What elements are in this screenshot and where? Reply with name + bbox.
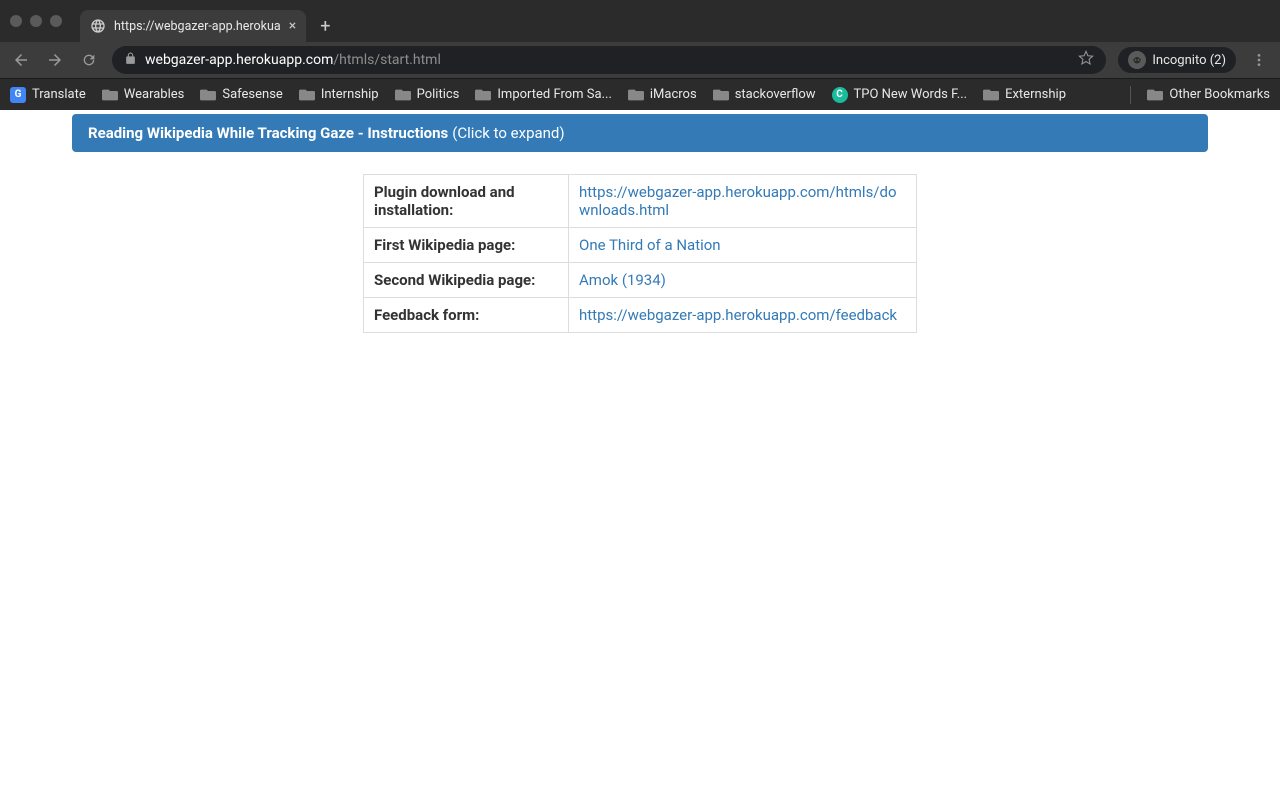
table-label: Feedback form: [364,298,569,333]
banner-title: Reading Wikipedia While Tracking Gaze - … [88,124,448,142]
bookmark-label: Politics [417,87,460,102]
instructions-banner[interactable]: Reading Wikipedia While Tracking Gaze - … [72,114,1208,152]
folder-icon [1147,88,1163,102]
bookmark-item[interactable]: iMacros [628,87,697,102]
tpo-icon: C [832,87,848,103]
table-row: Feedback form: https://webgazer-app.herok… [364,298,917,333]
bookmark-item[interactable]: Wearables [102,87,185,102]
table-value: https://webgazer-app.herokuapp.com/htmls… [569,175,917,228]
browser-tab[interactable]: https://webgazer-app.herokua × [80,10,306,42]
folder-icon [102,88,118,102]
toolbar: webgazer-app.herokuapp.com/htmls/start.h… [0,42,1280,78]
incognito-label: Incognito (2) [1152,53,1226,68]
bookmark-item[interactable]: Imported From Sa... [475,87,612,102]
folder-icon [628,88,644,102]
bookmark-label: Safesense [222,87,282,102]
tabs: https://webgazer-app.herokua × + [80,0,330,42]
bookmark-item[interactable]: Politics [395,87,460,102]
bookmark-label: iMacros [650,87,697,102]
bookmark-label: Wearables [124,87,185,102]
table-row: Second Wikipedia page: Amok (1934) [364,263,917,298]
table-label: Plugin download and installation: [364,175,569,228]
window-minimize-dot[interactable] [30,15,42,27]
bookmark-label: Externship [1005,87,1066,102]
browser-chrome: https://webgazer-app.herokua × + webgaze… [0,0,1280,110]
folder-icon [395,88,411,102]
table-value: Amok (1934) [569,263,917,298]
page-content: Reading Wikipedia While Tracking Gaze - … [0,110,1280,333]
back-button[interactable] [10,49,32,71]
table-row: Plugin download and installation: https:/… [364,175,917,228]
new-tab-button[interactable]: + [320,16,330,37]
reload-button[interactable] [78,49,100,71]
url-text: webgazer-app.herokuapp.com/htmls/start.h… [145,52,1070,68]
bookmark-item[interactable]: G Translate [10,87,86,103]
folder-icon [200,88,216,102]
table-link[interactable]: https://webgazer-app.herokuapp.com/feedb… [579,306,897,324]
translate-icon: G [10,87,26,103]
bookmark-label: stackoverflow [735,87,816,102]
table-link[interactable]: Amok (1934) [579,271,666,289]
url-domain: webgazer-app.herokuapp.com [145,52,333,68]
titlebar: https://webgazer-app.herokua × + [0,0,1280,42]
other-bookmarks[interactable]: Other Bookmarks [1147,87,1270,102]
table-link[interactable]: One Third of a Nation [579,236,721,254]
bookmark-item[interactable]: stackoverflow [713,87,816,102]
bookmark-star-icon[interactable] [1078,50,1094,70]
url-path: /htmls/start.html [333,52,441,68]
banner-suffix: (Click to expand) [452,124,564,142]
incognito-icon [1128,51,1146,69]
table-label: First Wikipedia page: [364,228,569,263]
bookmark-item[interactable]: Internship [299,87,379,102]
forward-button[interactable] [44,49,66,71]
close-tab-icon[interactable]: × [289,18,296,34]
bookmark-item[interactable]: C TPO New Words F... [832,87,968,103]
bookmark-label: Internship [321,87,379,102]
content-wrap: Plugin download and installation: https:/… [0,174,1280,333]
bookmark-label: Translate [32,87,86,102]
menu-button[interactable] [1248,49,1270,71]
address-bar[interactable]: webgazer-app.herokuapp.com/htmls/start.h… [112,46,1106,74]
info-table: Plugin download and installation: https:/… [363,174,917,333]
folder-icon [299,88,315,102]
window-controls [10,15,62,27]
incognito-indicator[interactable]: Incognito (2) [1118,47,1236,73]
table-label: Second Wikipedia page: [364,263,569,298]
folder-icon [713,88,729,102]
globe-icon [90,18,106,34]
bookmarks-bar: G Translate Wearables Safesense Internship Po… [0,78,1280,110]
other-bookmarks-label: Other Bookmarks [1169,87,1270,102]
bookmark-item[interactable]: Safesense [200,87,282,102]
table-link[interactable]: https://webgazer-app.herokuapp.com/htmls… [579,183,897,219]
bookmark-label: TPO New Words F... [854,87,968,102]
lock-icon [124,52,137,69]
bookmark-item[interactable]: Externship [983,87,1066,102]
bookmark-label: Imported From Sa... [497,87,612,102]
folder-icon [475,88,491,102]
table-value: https://webgazer-app.herokuapp.com/feedb… [569,298,917,333]
table-value: One Third of a Nation [569,228,917,263]
window-maximize-dot[interactable] [50,15,62,27]
window-close-dot[interactable] [10,15,22,27]
tab-title: https://webgazer-app.herokua [114,19,281,34]
table-row: First Wikipedia page: One Third of a Nati… [364,228,917,263]
folder-icon [983,88,999,102]
